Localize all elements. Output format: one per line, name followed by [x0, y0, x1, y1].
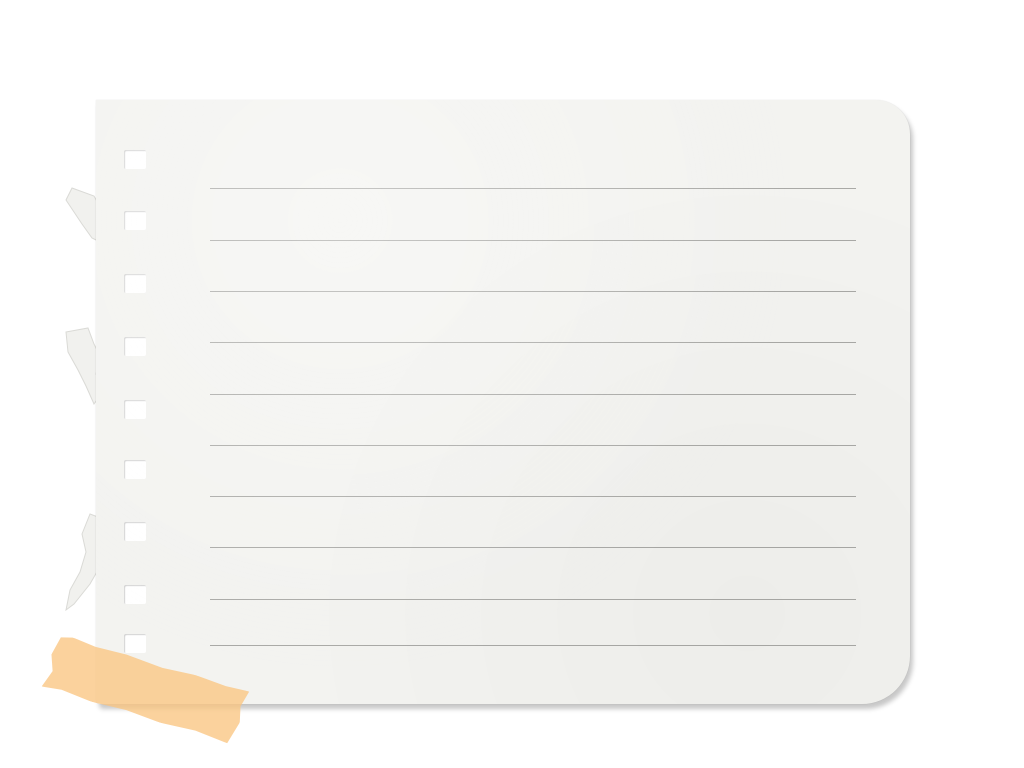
punch-hole: [124, 634, 146, 653]
ruled-line: [210, 188, 856, 189]
punch-hole: [124, 522, 146, 541]
punch-hole: [124, 337, 146, 356]
ruled-line: [210, 342, 856, 343]
ruled-line: [210, 599, 856, 600]
ruled-line: [210, 291, 856, 292]
note-paper: [96, 100, 910, 704]
ruled-line: [210, 240, 856, 241]
punch-hole: [124, 460, 146, 479]
punch-hole: [124, 150, 146, 169]
canvas: [0, 0, 1024, 768]
punch-hole: [124, 400, 146, 419]
ruled-line: [210, 445, 856, 446]
punch-hole: [124, 274, 146, 293]
ruled-line: [210, 645, 856, 646]
ruled-line: [210, 394, 856, 395]
ruled-line: [210, 547, 856, 548]
punch-hole: [124, 585, 146, 604]
punch-hole: [124, 211, 146, 230]
ruled-line: [210, 496, 856, 497]
